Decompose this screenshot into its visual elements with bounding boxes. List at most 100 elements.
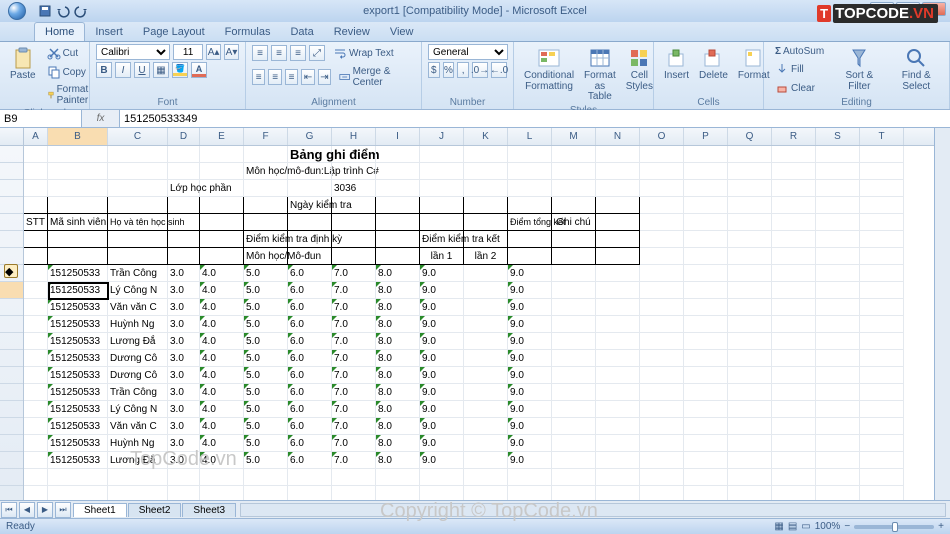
cell[interactable] xyxy=(640,146,684,163)
row-header[interactable] xyxy=(0,435,23,452)
cell[interactable]: 3036 xyxy=(332,180,376,197)
cell[interactable] xyxy=(772,214,816,231)
cell[interactable]: 9.0 xyxy=(508,384,552,401)
cell[interactable] xyxy=(816,180,860,197)
cell[interactable] xyxy=(728,146,772,163)
cell[interactable]: 9.0 xyxy=(420,452,464,469)
cell[interactable]: 7.0 xyxy=(332,350,376,367)
cell[interactable] xyxy=(816,163,860,180)
cell[interactable] xyxy=(48,163,108,180)
sheet-nav-prev[interactable]: ◀ xyxy=(19,502,35,518)
cell[interactable] xyxy=(684,401,728,418)
cell[interactable]: 4.0 xyxy=(200,435,244,452)
orientation-button[interactable]: ⤢ xyxy=(309,45,325,61)
align-right-button[interactable]: ≡ xyxy=(285,69,298,85)
tab-formulas[interactable]: Formulas xyxy=(215,23,281,41)
align-bottom-button[interactable]: ≡ xyxy=(290,45,306,61)
cell[interactable] xyxy=(288,486,332,500)
cell[interactable]: 8.0 xyxy=(376,316,420,333)
cell[interactable]: 6.0 xyxy=(288,316,332,333)
cell[interactable] xyxy=(860,146,904,163)
cell[interactable] xyxy=(596,248,640,265)
cell[interactable] xyxy=(596,282,640,299)
column-header[interactable]: E xyxy=(200,128,244,145)
cell[interactable]: 4.0 xyxy=(200,384,244,401)
cell[interactable] xyxy=(332,486,376,500)
row-header[interactable] xyxy=(0,163,23,180)
cell[interactable] xyxy=(244,180,288,197)
cell[interactable] xyxy=(376,163,420,180)
insert-cells-button[interactable]: Insert xyxy=(660,44,693,97)
cell[interactable] xyxy=(860,248,904,265)
cell[interactable] xyxy=(464,452,508,469)
cell[interactable] xyxy=(772,469,816,486)
grow-font-button[interactable]: A▴ xyxy=(206,44,221,60)
column-header[interactable]: P xyxy=(684,128,728,145)
cell[interactable]: 7.0 xyxy=(332,265,376,282)
cell[interactable]: 6.0 xyxy=(288,435,332,452)
cell[interactable] xyxy=(684,350,728,367)
cell[interactable]: 7.0 xyxy=(332,418,376,435)
tab-page-layout[interactable]: Page Layout xyxy=(133,23,215,41)
row-header[interactable] xyxy=(0,418,23,435)
cell[interactable] xyxy=(860,333,904,350)
cell[interactable] xyxy=(376,231,420,248)
cell[interactable]: 5.0 xyxy=(244,299,288,316)
cell[interactable] xyxy=(168,248,200,265)
cell[interactable] xyxy=(640,384,684,401)
cell[interactable] xyxy=(24,469,48,486)
cell[interactable]: 151250533 xyxy=(48,367,108,384)
cell[interactable] xyxy=(552,248,596,265)
cell[interactable] xyxy=(200,197,244,214)
fill-color-button[interactable]: 🪣 xyxy=(172,62,188,78)
cell[interactable] xyxy=(464,265,508,282)
cell[interactable] xyxy=(464,180,508,197)
cell[interactable] xyxy=(24,418,48,435)
cell[interactable]: Điểm tổng kết xyxy=(508,214,552,231)
cell[interactable]: 8.0 xyxy=(376,350,420,367)
cell[interactable]: 5.0 xyxy=(244,350,288,367)
cell[interactable] xyxy=(464,418,508,435)
cell[interactable]: 4.0 xyxy=(200,452,244,469)
cell[interactable] xyxy=(728,469,772,486)
cell[interactable]: Họ và tên học sinh xyxy=(108,214,168,231)
cell[interactable]: 7.0 xyxy=(332,401,376,418)
bold-button[interactable]: B xyxy=(96,62,112,78)
cell[interactable] xyxy=(508,486,552,500)
column-header[interactable]: F xyxy=(244,128,288,145)
zoom-slider[interactable] xyxy=(854,525,934,529)
cell[interactable] xyxy=(244,197,288,214)
cell[interactable] xyxy=(332,231,376,248)
view-layout-icon[interactable]: ▤ xyxy=(788,521,797,532)
column-header[interactable]: I xyxy=(376,128,420,145)
column-header[interactable]: J xyxy=(420,128,464,145)
cell[interactable] xyxy=(772,401,816,418)
cell[interactable] xyxy=(24,435,48,452)
cell[interactable]: Mã sinh viên xyxy=(48,214,108,231)
cell[interactable] xyxy=(596,350,640,367)
cell[interactable]: 151250533 xyxy=(48,401,108,418)
cell[interactable]: Môn học/mô-đun:Lập trình C# xyxy=(244,163,288,180)
cell[interactable] xyxy=(168,214,200,231)
cell[interactable]: 9.0 xyxy=(420,350,464,367)
cell[interactable] xyxy=(772,435,816,452)
cell[interactable] xyxy=(640,197,684,214)
cell[interactable] xyxy=(860,401,904,418)
cell[interactable] xyxy=(376,214,420,231)
cell[interactable] xyxy=(596,418,640,435)
cell[interactable] xyxy=(640,486,684,500)
cell[interactable] xyxy=(244,146,288,163)
cell[interactable] xyxy=(772,197,816,214)
cell[interactable] xyxy=(772,231,816,248)
save-icon[interactable] xyxy=(38,4,52,18)
cell[interactable]: 8.0 xyxy=(376,401,420,418)
column-header[interactable]: M xyxy=(552,128,596,145)
cell[interactable]: 9.0 xyxy=(508,299,552,316)
cell[interactable] xyxy=(288,231,332,248)
cell[interactable] xyxy=(640,418,684,435)
cell[interactable] xyxy=(816,282,860,299)
cell[interactable]: 3.0 xyxy=(168,384,200,401)
decrease-indent-button[interactable]: ⇤ xyxy=(301,69,314,85)
cell[interactable]: 3.0 xyxy=(168,367,200,384)
cell[interactable] xyxy=(860,418,904,435)
